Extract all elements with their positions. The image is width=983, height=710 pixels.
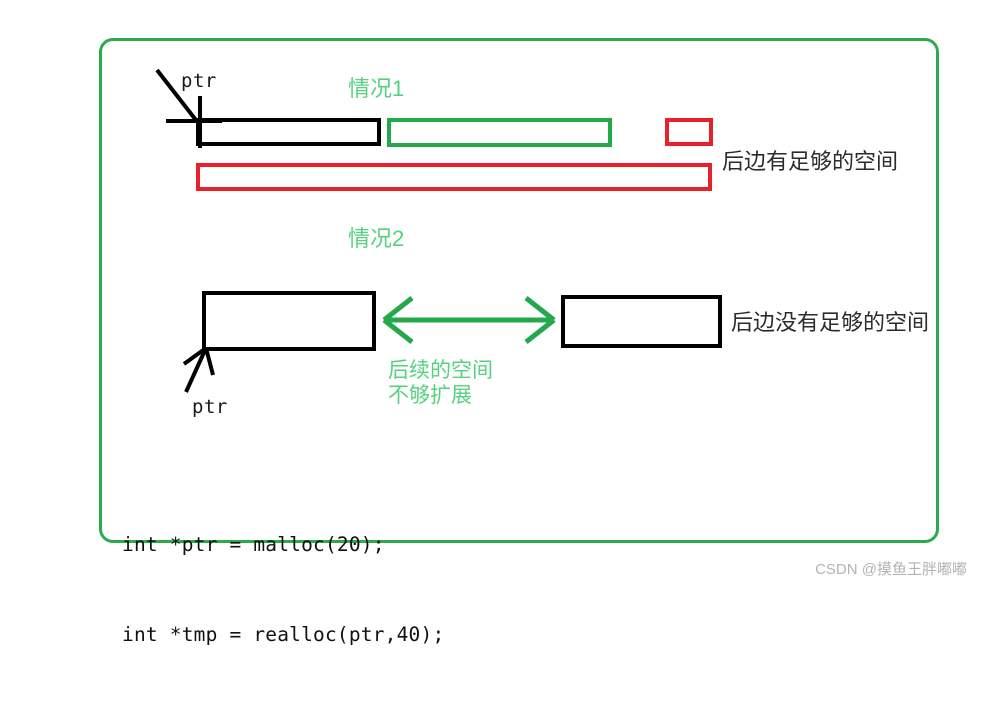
case2-gap-note: 后续的空间 不够扩展 [388,359,493,409]
case1-adjacent-free-space-block [387,118,612,147]
case1-note-enough-space: 后边有足够的空间 [722,149,899,174]
case1-tag-label: 情况1 [348,76,405,101]
case2-gap-note-line2: 不够扩展 [388,383,472,407]
code-line-1: int *ptr = malloc(20); [122,533,385,556]
case2-ptr-label: ptr [192,396,228,418]
case2-note-not-enough-space: 后边没有足够的空间 [731,310,930,335]
code-line-2: int *tmp = realloc(ptr,40); [122,623,445,646]
case2-next-used-block [561,295,722,348]
case2-tag-label: 情况2 [348,226,405,251]
case1-original-allocation-block [196,118,381,146]
case1-ptr-label: ptr [181,70,217,92]
csdn-watermark: CSDN @摸鱼王胖嘟嘟 [815,561,967,578]
diagram-canvas: ptr 情况1 后边有足够的空间 情况2 ptr 后边没有足够的空间 后续的空间… [0,0,983,646]
case1-expanded-allocation-block [196,163,712,191]
case2-gap-note-line1: 后续的空间 [388,359,493,382]
code-snippet: int *ptr = malloc(20); int *tmp = reallo… [122,470,444,710]
case2-original-allocation-block [202,291,376,351]
case1-next-used-block [665,118,713,146]
